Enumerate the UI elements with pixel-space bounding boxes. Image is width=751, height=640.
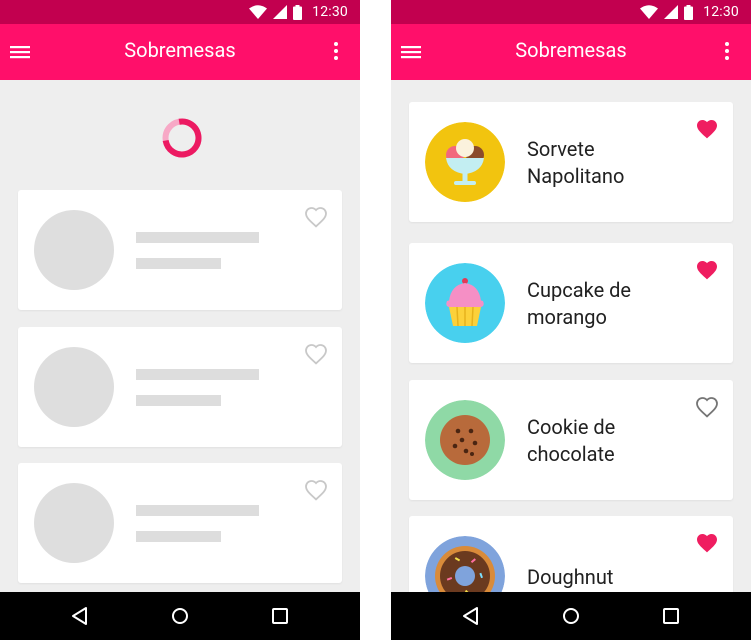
placeholder-line [136,369,259,380]
dessert-list: Sorvete Napolitano Cupcake de morango Co… [391,80,751,592]
loading-screen: 12:30 Sobremesas [0,0,360,640]
placeholder-line [136,232,259,243]
loading-content [0,80,360,592]
home-icon[interactable] [168,604,192,628]
desserts-screen: 12:30 Sobremesas Sorvete Napolitano Cupc… [391,0,751,640]
dessert-name: Cupcake de morango [527,278,632,329]
recents-icon[interactable] [659,604,683,628]
status-bar: 12:30 [391,0,751,24]
dessert-name: Cookie de chocolate [527,415,616,466]
heart-filled-icon[interactable] [695,258,719,282]
dessert-card[interactable]: Cookie de chocolate [409,380,733,500]
status-bar: 12:30 [0,0,360,24]
home-icon[interactable] [559,604,583,628]
battery-icon [684,4,694,20]
heart-outline-icon [304,478,328,502]
placeholder-avatar [34,210,114,290]
placeholder-avatar [34,483,114,563]
dessert-card[interactable]: Doughnut [409,516,733,592]
cupcake-icon [425,263,505,343]
heart-outline-icon[interactable] [695,395,719,419]
loading-spinner [162,118,202,158]
placeholder-avatar [34,347,114,427]
heart-outline-icon [304,205,328,229]
app-title: Sobremesas [515,38,627,62]
placeholder-card [18,190,342,310]
dessert-card[interactable]: Cupcake de morango [409,243,733,363]
recents-icon[interactable] [268,604,292,628]
placeholder-card [18,463,342,583]
app-bar: Sobremesas [391,24,751,80]
app-bar: Sobremesas [0,24,360,80]
dessert-name: Doughnut [527,565,614,589]
app-title: Sobremesas [124,38,236,62]
wifi-icon [640,5,659,19]
cookie-icon [425,400,505,480]
status-time: 12:30 [703,4,739,20]
placeholder-card [18,327,342,447]
placeholder-line [136,505,259,516]
wifi-icon [249,5,268,19]
back-icon[interactable] [459,604,483,628]
battery-icon [293,4,303,20]
ice-cream-icon [425,122,505,202]
placeholder-line [136,258,221,269]
back-icon[interactable] [68,604,92,628]
heart-filled-icon[interactable] [695,117,719,141]
placeholder-line [136,531,221,542]
status-time: 12:30 [312,4,348,20]
heart-filled-icon[interactable] [695,531,719,555]
signal-icon [273,5,288,19]
more-vert-icon[interactable] [723,40,731,64]
dessert-card[interactable]: Sorvete Napolitano [409,102,733,222]
doughnut-icon [425,536,505,592]
heart-outline-icon [304,342,328,366]
navigation-bar [0,592,360,640]
signal-icon [664,5,679,19]
navigation-bar [391,592,751,640]
placeholder-line [136,395,221,406]
dessert-name: Sorvete Napolitano [527,137,625,188]
more-vert-icon[interactable] [332,40,340,64]
